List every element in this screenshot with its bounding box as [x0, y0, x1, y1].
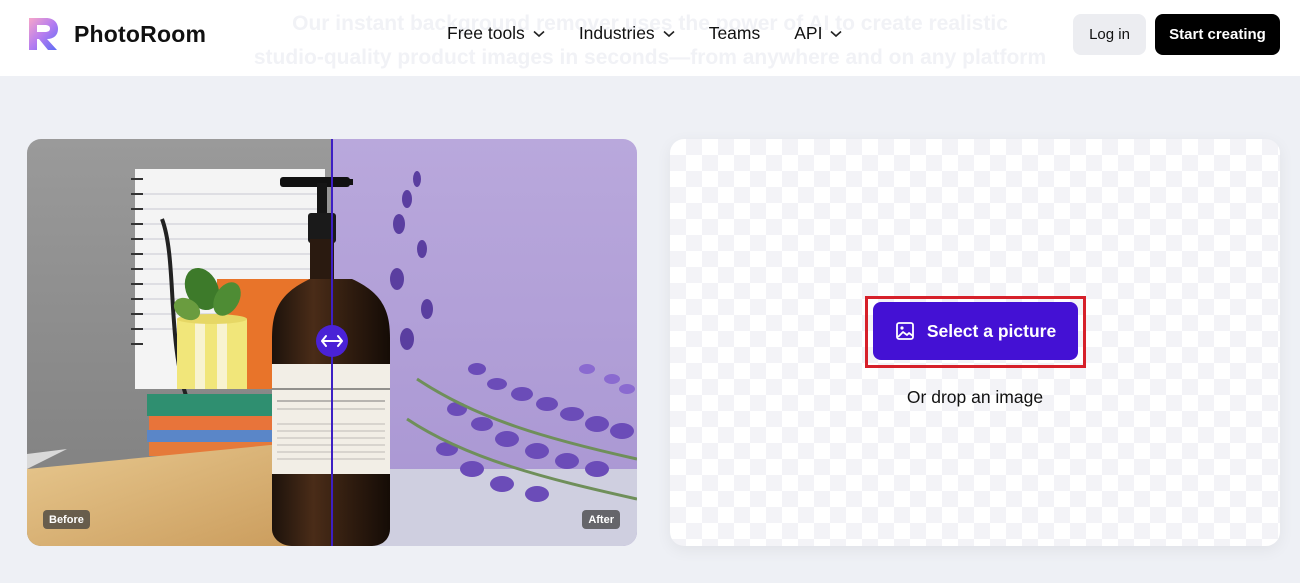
photoroom-logo-icon	[29, 18, 58, 50]
comparison-slider-handle[interactable]	[316, 325, 348, 357]
chevron-down-icon	[663, 30, 675, 37]
brand-name: PhotoRoom	[74, 20, 207, 47]
chevron-down-icon	[830, 30, 842, 37]
brand-logo-link[interactable]: PhotoRoom	[26, 16, 206, 52]
select-picture-button[interactable]: Select a picture	[873, 302, 1078, 360]
select-picture-label: Select a picture	[926, 320, 1057, 341]
top-navbar: Our instant background remover uses the …	[0, 0, 1300, 76]
chevron-down-icon	[533, 30, 545, 37]
before-after-comparison[interactable]: Before After	[27, 139, 637, 546]
before-label: Before	[43, 510, 90, 529]
menu-free-tools-label: Free tools	[447, 23, 525, 43]
menu-industries[interactable]: Industries	[579, 23, 675, 44]
drop-image-hint: Or drop an image	[906, 387, 1044, 407]
menu-teams[interactable]: Teams	[709, 23, 761, 44]
menu-industries-label: Industries	[578, 23, 655, 43]
main-menu: Free tools Industries Teams API	[447, 23, 876, 44]
start-creating-button[interactable]: Start creating	[1155, 14, 1280, 55]
menu-api-label: API	[794, 23, 823, 43]
menu-free-tools[interactable]: Free tools	[447, 23, 545, 44]
arrows-horizontal-icon	[321, 335, 343, 347]
menu-api[interactable]: API	[794, 23, 842, 44]
menu-teams-label: Teams	[708, 23, 761, 43]
after-label: After	[582, 510, 620, 529]
image-icon	[895, 322, 914, 340]
login-button[interactable]: Log in	[1073, 14, 1146, 55]
